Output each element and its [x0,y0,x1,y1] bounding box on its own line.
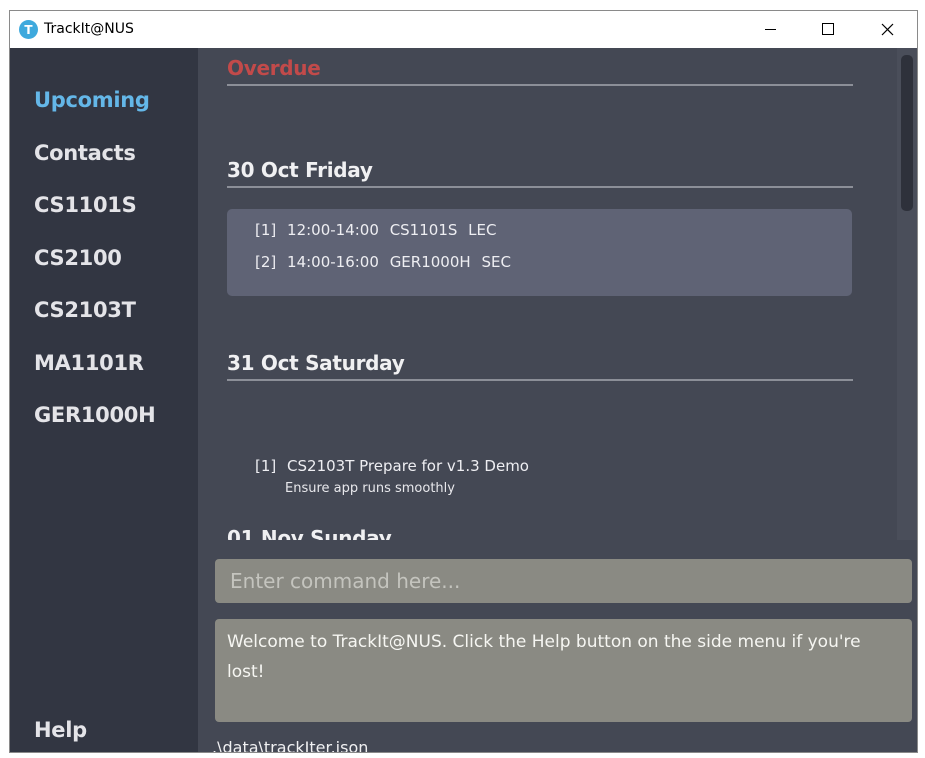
sidebar-item-cs2103t[interactable]: CS2103T [34,298,136,322]
lesson-module: GER1000H [389,253,471,271]
sidebar-item-cs1101s[interactable]: CS1101S [34,193,137,217]
minimize-icon [765,29,776,30]
lesson-item[interactable]: [1] 12:00-14:00 CS1101S LEC [255,221,496,239]
day-header: 30 Oct Friday [227,150,853,188]
sidebar-item-upcoming[interactable]: Upcoming [34,88,150,112]
minimize-button[interactable] [741,11,799,48]
main-panel: Overdue 30 Oct Friday [1] 12:00-14:00 CS… [198,48,917,753]
sidebar-item-cs2100[interactable]: CS2100 [34,246,122,270]
title-bar[interactable]: T TrackIt@NUS [10,11,917,48]
scrollbar-thumb[interactable] [901,55,913,211]
task-index: [1] [255,457,277,475]
window-title: TrackIt@NUS [44,21,134,37]
lesson-type: SEC [481,253,511,271]
lesson-time: 12:00-14:00 [287,221,379,239]
app-logo-icon: T [19,20,38,39]
lesson-index: [1] [255,221,277,239]
result-display: Welcome to TrackIt@NUS. Click the Help b… [215,619,912,722]
sidebar-item-contacts[interactable]: Contacts [34,141,136,165]
lesson-item[interactable]: [2] 14:00-16:00 GER1000H SEC [255,253,511,271]
sidebar-item-ma1101r[interactable]: MA1101R [34,351,144,375]
lesson-card: [1] 12:00-14:00 CS1101S LEC [2] 14:00-16… [227,209,852,296]
overdue-header-label: Overdue [227,56,321,80]
command-input[interactable] [215,559,912,603]
day-header: 01 Nov Sunday [227,518,853,540]
day-header-label: 01 Nov Sunday [227,526,392,540]
day-header: 31 Oct Saturday [227,343,853,381]
lesson-type: LEC [468,221,497,239]
day-header-label: 31 Oct Saturday [227,351,405,375]
lesson-time: 14:00-16:00 [287,253,379,271]
upcoming-list[interactable]: Overdue 30 Oct Friday [1] 12:00-14:00 CS… [198,48,898,540]
maximize-button[interactable] [799,11,857,48]
day-header-label: 30 Oct Friday [227,158,373,182]
status-file-path: .\data\trackIter.json [212,738,369,753]
sidebar: Upcoming Contacts CS1101S CS2100 CS2103T… [10,48,198,752]
task-description: Ensure app runs smoothly [285,481,455,496]
close-button[interactable] [859,11,917,48]
app-window: T TrackIt@NUS Upcoming Contacts CS1101S … [9,10,918,753]
help-button[interactable]: Help [34,718,87,742]
overdue-header: Overdue [227,48,853,86]
lesson-index: [2] [255,253,277,271]
task-title: CS2103T Prepare for v1.3 Demo [287,457,529,475]
sidebar-item-ger1000h[interactable]: GER1000H [34,403,156,427]
task-item[interactable]: [1] CS2103T Prepare for v1.3 Demo [255,457,529,475]
close-icon [881,23,894,36]
lesson-module: CS1101S [389,221,458,239]
maximize-icon [822,23,834,35]
